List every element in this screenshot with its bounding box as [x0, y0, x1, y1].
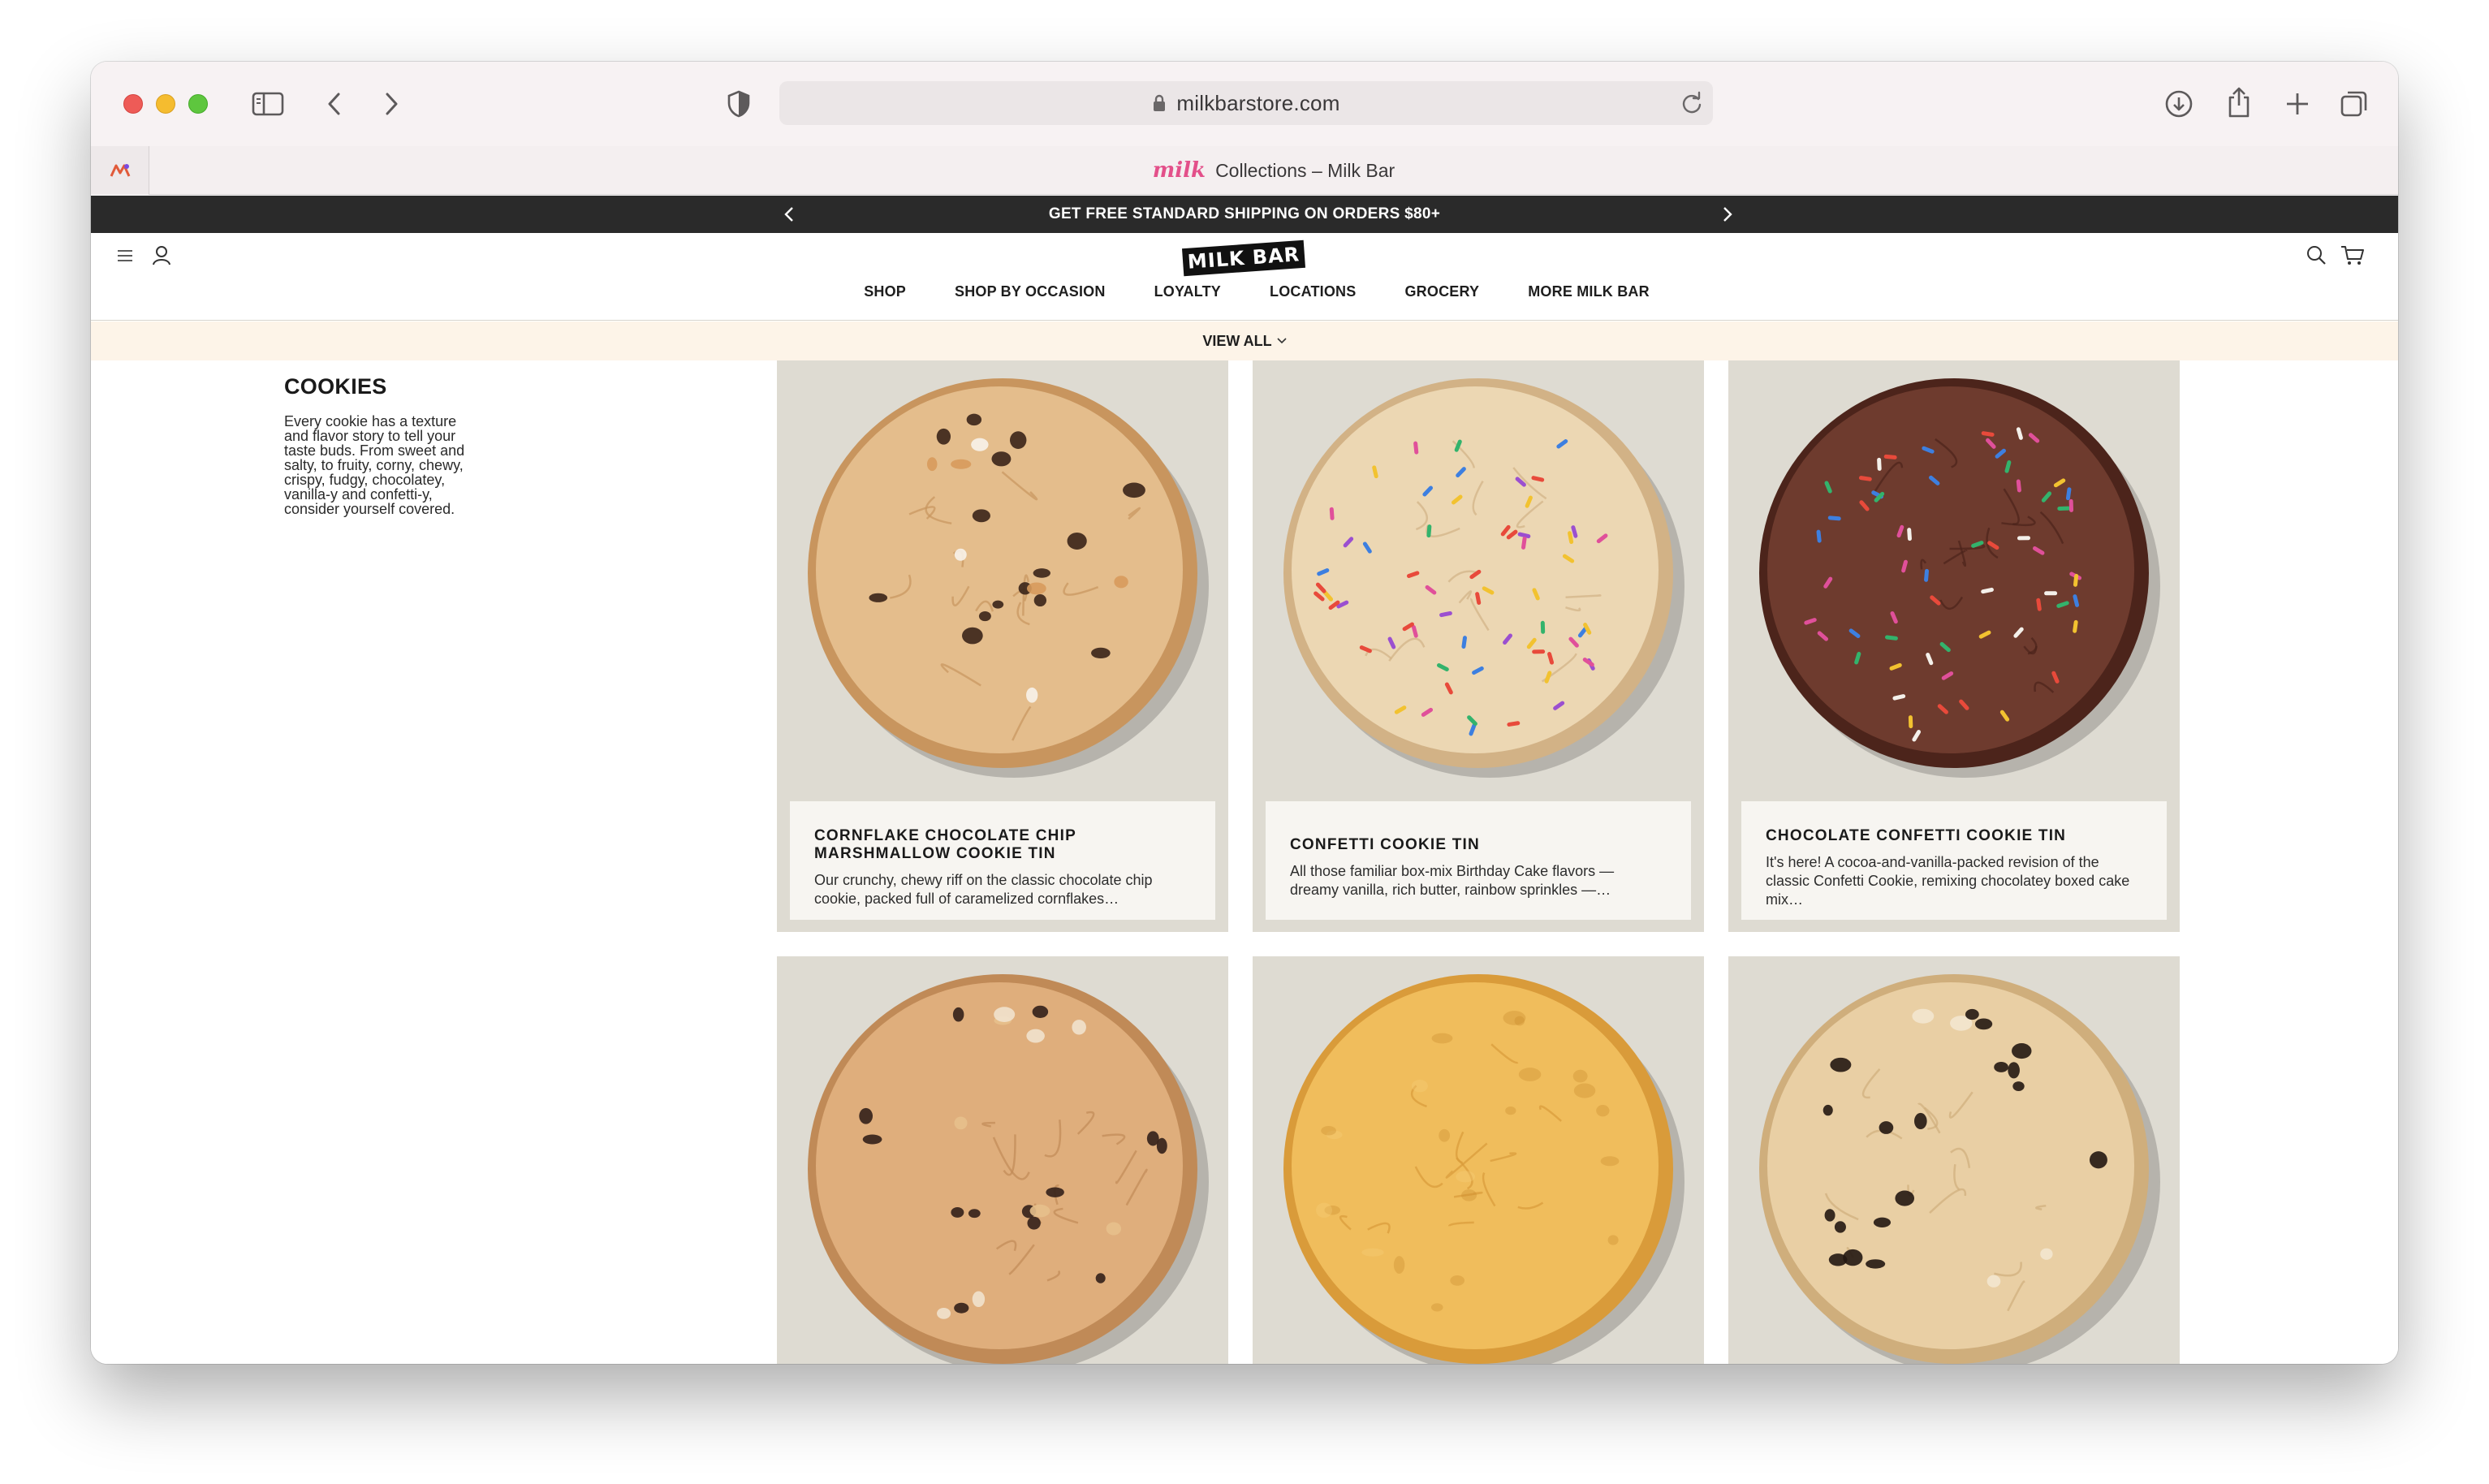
product-description: It's here! A cocoa-and-vanilla-packed re… [1766, 853, 2142, 909]
nav-loyalty[interactable]: LOYALTY [1154, 283, 1221, 300]
category-title: COOKIES [284, 374, 387, 399]
product-card[interactable] [1728, 956, 2180, 1364]
reload-icon[interactable] [1679, 90, 1705, 120]
nav-more-milk-bar[interactable]: MORE MILK BAR [1528, 283, 1650, 300]
product-image-cookie[interactable] [777, 956, 1228, 1364]
category-description: Every cookie has a texture and flavor st… [284, 414, 503, 516]
product-description-line: cookie, packed full of caramelized cornf… [814, 891, 1119, 907]
cart-icon[interactable] [2340, 243, 2366, 267]
milk-bar-favicon-icon: milk [1152, 158, 1206, 183]
share-icon[interactable] [2221, 83, 2257, 122]
product-card[interactable] [777, 956, 1228, 1364]
product-title-line: MARSHMALLOW COOKIE TIN [814, 845, 1056, 862]
account-user-icon[interactable] [149, 243, 174, 267]
view-all-dropdown[interactable]: VIEW ALL [1202, 332, 1287, 350]
category-description-line: and flavor story to tell your [284, 428, 456, 444]
product-description-line: It's here! A cocoa-and-vanilla-packed re… [1766, 853, 2099, 870]
tab-title: Collections – Milk Bar [1215, 159, 1395, 181]
product-image-cookie[interactable] [1253, 956, 1704, 1364]
product-title: CORNFLAKE CHOCOLATE CHIP MARSHMALLOW COO… [814, 827, 1191, 863]
category-description-line: consider yourself covered. [284, 501, 455, 517]
product-title-line: CONFETTI COOKIE TIN [1290, 836, 1480, 853]
lock-icon [1152, 93, 1167, 113]
privacy-shield-icon[interactable] [724, 88, 753, 120]
product-card[interactable] [1253, 956, 1704, 1364]
web-page: GET FREE STANDARD SHIPPING ON ORDERS $80… [91, 196, 2398, 1364]
category-intro: COOKIES Every cookie has a texture and f… [284, 374, 503, 516]
promo-text: GET FREE STANDARD SHIPPING ON ORDERS $80… [1048, 205, 1441, 222]
promo-banner: GET FREE STANDARD SHIPPING ON ORDERS $80… [91, 196, 2398, 233]
zoom-window-button[interactable] [188, 94, 208, 114]
product-description-line: dreamy vanilla, rich butter, rainbow spr… [1290, 882, 1611, 898]
search-icon[interactable] [2304, 243, 2328, 267]
product-title: CONFETTI COOKIE TIN [1290, 836, 1667, 854]
menu-hamburger-icon[interactable] [114, 244, 136, 267]
product-description-line: mix… [1766, 891, 1803, 908]
milk-bar-logo[interactable]: MILK BAR [1181, 239, 1306, 277]
product-description-line: All those familiar box-mix Birthday Cake… [1290, 863, 1615, 879]
browser-toolbar: milkbarstore.com [91, 62, 2398, 146]
nav-locations[interactable]: LOCATIONS [1270, 283, 1356, 300]
category-description-line: taste buds. From sweet and [284, 442, 465, 459]
downloads-icon[interactable] [2161, 86, 2197, 122]
nav-shop-by-occasion[interactable]: SHOP BY OCCASION [955, 283, 1106, 300]
promo-next-arrow-icon[interactable] [1711, 196, 1744, 233]
product-title-line: CORNFLAKE CHOCOLATE CHIP [814, 827, 1076, 844]
address-bar[interactable]: milkbarstore.com [779, 81, 1713, 125]
product-info: CORNFLAKE CHOCOLATE CHIP MARSHMALLOW COO… [790, 801, 1215, 920]
sidebar-toggle-icon[interactable] [250, 88, 286, 120]
category-description-line: Every cookie has a texture [284, 413, 457, 429]
nav-grocery[interactable]: GROCERY [1404, 283, 1479, 300]
product-description: All those familiar box-mix Birthday Cake… [1290, 862, 1667, 899]
close-window-button[interactable] [123, 94, 143, 114]
url-text: milkbarstore.com [1176, 90, 1340, 115]
product-description-line: classic Confetti Cookie, remixing chocol… [1766, 872, 2130, 889]
product-image-cookie[interactable] [1728, 956, 2180, 1364]
browser-window: milkbarstore.com milk Collections – Milk… [91, 62, 2398, 1364]
category-description-line: vanilla-y and confetti-y, [284, 486, 433, 503]
back-chevron-icon[interactable] [320, 88, 349, 120]
product-description-line: Our crunchy, chewy riff on the classic c… [814, 872, 1153, 888]
pinned-tab[interactable] [91, 146, 149, 195]
product-info: CONFETTI COOKIE TIN All those familiar b… [1266, 801, 1691, 920]
app-favicon-icon [110, 164, 130, 177]
product-card[interactable]: CONFETTI COOKIE TIN All those familiar b… [1253, 360, 1704, 932]
main-nav: SHOP SHOP BY OCCASION LOYALTY LOCATIONS … [91, 283, 2398, 300]
product-title: CHOCOLATE CONFETTI COOKIE TIN [1766, 827, 2142, 845]
tab-collections[interactable]: milk Collections – Milk Bar [149, 146, 2398, 195]
nav-shop[interactable]: SHOP [864, 283, 906, 300]
product-card[interactable]: CHOCOLATE CONFETTI COOKIE TIN It's here!… [1728, 360, 2180, 932]
collection-filter-bar: VIEW ALL [91, 321, 2398, 360]
promo-prev-arrow-icon[interactable] [773, 196, 805, 233]
product-title-line: CHOCOLATE CONFETTI COOKIE TIN [1766, 826, 2067, 844]
product-info: CHOCOLATE CONFETTI COOKIE TIN It's here!… [1741, 801, 2167, 920]
product-description: Our crunchy, chewy riff on the classic c… [814, 871, 1191, 908]
category-description-line: crispy, fudgy, chocolatey, [284, 472, 446, 488]
site-header: MILK BAR SHOP SHOP BY OCCASION LOYALTY L… [91, 233, 2398, 321]
tab-overview-icon[interactable] [2336, 86, 2372, 122]
new-tab-plus-icon[interactable] [2280, 86, 2315, 122]
chevron-down-icon [1277, 338, 1287, 344]
category-description-line: salty, to fruity, corny, chewy, [284, 457, 464, 473]
product-card[interactable]: CORNFLAKE CHOCOLATE CHIP MARSHMALLOW COO… [777, 360, 1228, 932]
tab-bar: milk Collections – Milk Bar [91, 146, 2398, 195]
minimize-window-button[interactable] [156, 94, 175, 114]
view-all-label: VIEW ALL [1202, 332, 1272, 349]
forward-chevron-icon[interactable] [377, 88, 406, 120]
